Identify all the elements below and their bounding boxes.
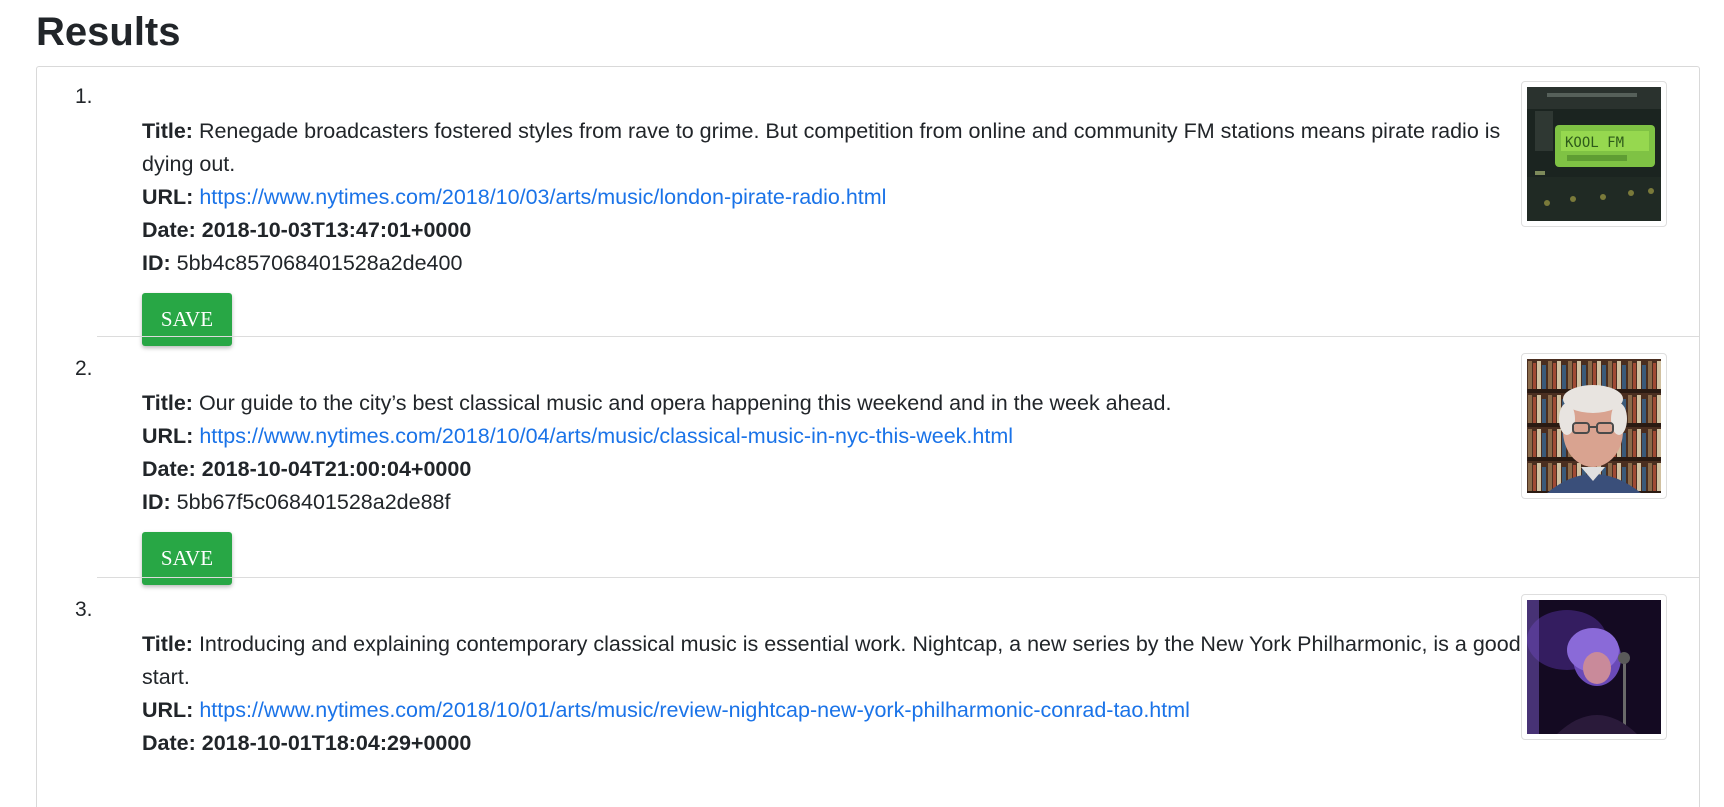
title-label: Title:	[142, 391, 193, 415]
url-link[interactable]: https://www.nytimes.com/2018/10/04/arts/…	[199, 424, 1013, 448]
id-label: ID:	[142, 251, 171, 275]
id-label: ID:	[142, 490, 171, 514]
radio-display-image: KOOL FM	[1527, 87, 1661, 221]
result-thumbnail[interactable]: KOOL FM	[1521, 81, 1667, 227]
svg-text:KOOL FM: KOOL FM	[1565, 135, 1624, 151]
portrait-image	[1527, 359, 1661, 493]
date-label: Date:	[142, 731, 196, 755]
result-url: URL: https://www.nytimes.com/2018/10/01/…	[142, 694, 1552, 727]
result-title: Title: Introducing and explaining contem…	[142, 628, 1552, 694]
id-value: 5bb67f5c068401528a2de88f	[176, 490, 451, 514]
title-text: Introducing and explaining contemporary …	[142, 632, 1521, 689]
result-body: Title: Introducing and explaining contem…	[142, 628, 1552, 760]
url-label: URL:	[142, 698, 194, 722]
result-number: 3.	[75, 598, 93, 621]
page-title: Results	[36, 10, 181, 54]
title-label: Title:	[142, 119, 193, 143]
result-id: ID: 5bb4c857068401528a2de400	[142, 247, 1552, 280]
result-body: Title: Renegade broadcasters fostered st…	[142, 115, 1552, 346]
result-url: URL: https://www.nytimes.com/2018/10/04/…	[142, 420, 1552, 453]
divider	[97, 577, 1699, 578]
result-date: Date: 2018-10-01T18:04:29+0000	[142, 727, 1552, 760]
performer-image	[1527, 600, 1661, 734]
date-value: 2018-10-01T18:04:29+0000	[201, 731, 472, 755]
result-date: Date: 2018-10-04T21:00:04+0000	[142, 453, 1552, 486]
url-label: URL:	[142, 424, 194, 448]
divider	[97, 336, 1699, 337]
result-date: Date: 2018-10-03T13:47:01+0000	[142, 214, 1552, 247]
title-label: Title:	[142, 632, 193, 656]
date-value: 2018-10-03T13:47:01+0000	[201, 218, 472, 242]
result-number: 1.	[75, 85, 93, 108]
url-link[interactable]: https://www.nytimes.com/2018/10/03/arts/…	[199, 185, 886, 209]
date-label: Date:	[142, 218, 196, 242]
result-id: ID: 5bb67f5c068401528a2de88f	[142, 486, 1552, 519]
date-label: Date:	[142, 457, 196, 481]
date-value: 2018-10-04T21:00:04+0000	[201, 457, 472, 481]
url-label: URL:	[142, 185, 194, 209]
id-value: 5bb4c857068401528a2de400	[176, 251, 463, 275]
page: Results 1. Title: Renegade broadcasters …	[0, 0, 1724, 807]
result-thumbnail[interactable]	[1521, 353, 1667, 499]
url-link[interactable]: https://www.nytimes.com/2018/10/01/arts/…	[199, 698, 1190, 722]
result-number: 2.	[75, 357, 93, 380]
title-text: Renegade broadcasters fostered styles fr…	[142, 119, 1501, 176]
result-thumbnail[interactable]	[1521, 594, 1667, 740]
result-title: Title: Our guide to the city’s best clas…	[142, 387, 1552, 420]
save-button[interactable]: SAVE	[142, 293, 232, 346]
results-list: 1. Title: Renegade broadcasters fostered…	[36, 66, 1700, 807]
result-url: URL: https://www.nytimes.com/2018/10/03/…	[142, 181, 1552, 214]
result-title: Title: Renegade broadcasters fostered st…	[142, 115, 1552, 181]
title-text: Our guide to the city’s best classical m…	[198, 391, 1172, 415]
result-body: Title: Our guide to the city’s best clas…	[142, 387, 1552, 585]
